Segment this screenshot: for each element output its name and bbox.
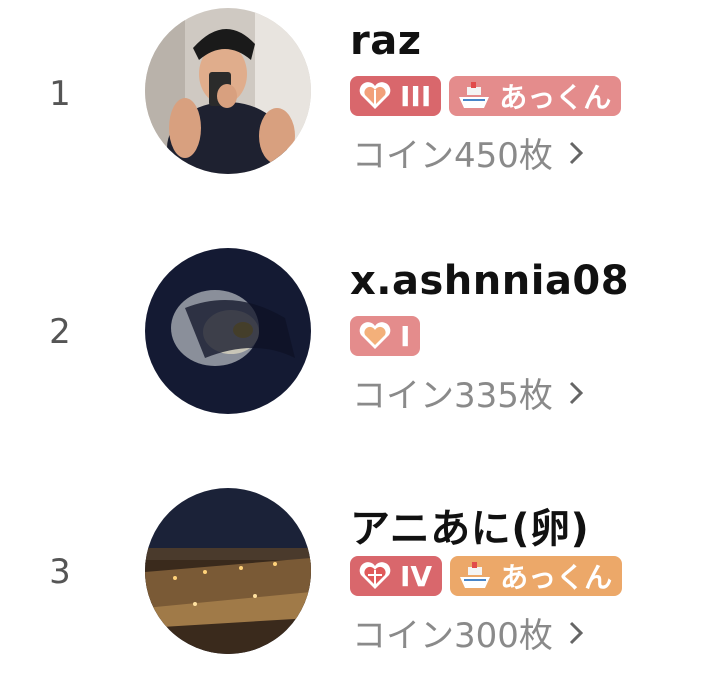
coin-count[interactable]: コイン450枚 [352,128,583,177]
rank-number: 2 [49,312,71,352]
avatar-photo [145,488,311,654]
tag-label: あっくん [500,561,613,594]
user-name[interactable]: アニあに(卵) [350,496,589,554]
badge-group: III あっくん [350,76,622,116]
coin-text: コイン335枚 [352,376,553,416]
tag-badge: あっくん [450,556,623,596]
user-name[interactable]: raz [350,18,422,64]
tag-label: あっくん [499,81,612,114]
avatar-photo [145,8,311,174]
chevron-right-icon [569,381,583,405]
tag-badge: あっくん [449,76,622,116]
ship-icon [457,80,491,112]
coin-text: コイン450枚 [352,136,553,176]
ship-icon [458,560,492,592]
rank-number: 1 [49,74,71,114]
avatar[interactable] [145,488,311,654]
ranking-row-3[interactable]: 3 アニあに(卵) IV あっくん コイン300枚 [0,480,728,680]
ranking-row-2[interactable]: 2 x.ashnnia08 I コイン335枚 [0,240,728,440]
rank-number: 3 [49,552,71,592]
heart-icon [358,560,392,592]
level-badge: III [350,76,442,116]
coin-count[interactable]: コイン335枚 [352,368,583,417]
chevron-right-icon [569,141,583,165]
chevron-right-icon [569,621,583,645]
coin-count[interactable]: コイン300枚 [352,608,583,657]
ranking-row-1[interactable]: 1 raz III あっくん コイン450枚 [0,0,728,200]
avatar[interactable] [145,8,311,174]
level-label: IV [400,559,433,593]
level-badge: I [350,316,421,356]
user-name[interactable]: x.ashnnia08 [350,258,629,304]
avatar[interactable] [145,248,311,414]
badge-group: IV あっくん [350,556,623,596]
level-label: I [400,319,411,353]
coin-text: コイン300枚 [352,616,553,656]
badge-group: I [350,316,421,356]
level-badge: IV [350,556,443,596]
avatar-photo [145,248,311,414]
heart-icon [358,320,392,352]
level-label: III [400,79,432,113]
heart-icon [358,80,392,112]
